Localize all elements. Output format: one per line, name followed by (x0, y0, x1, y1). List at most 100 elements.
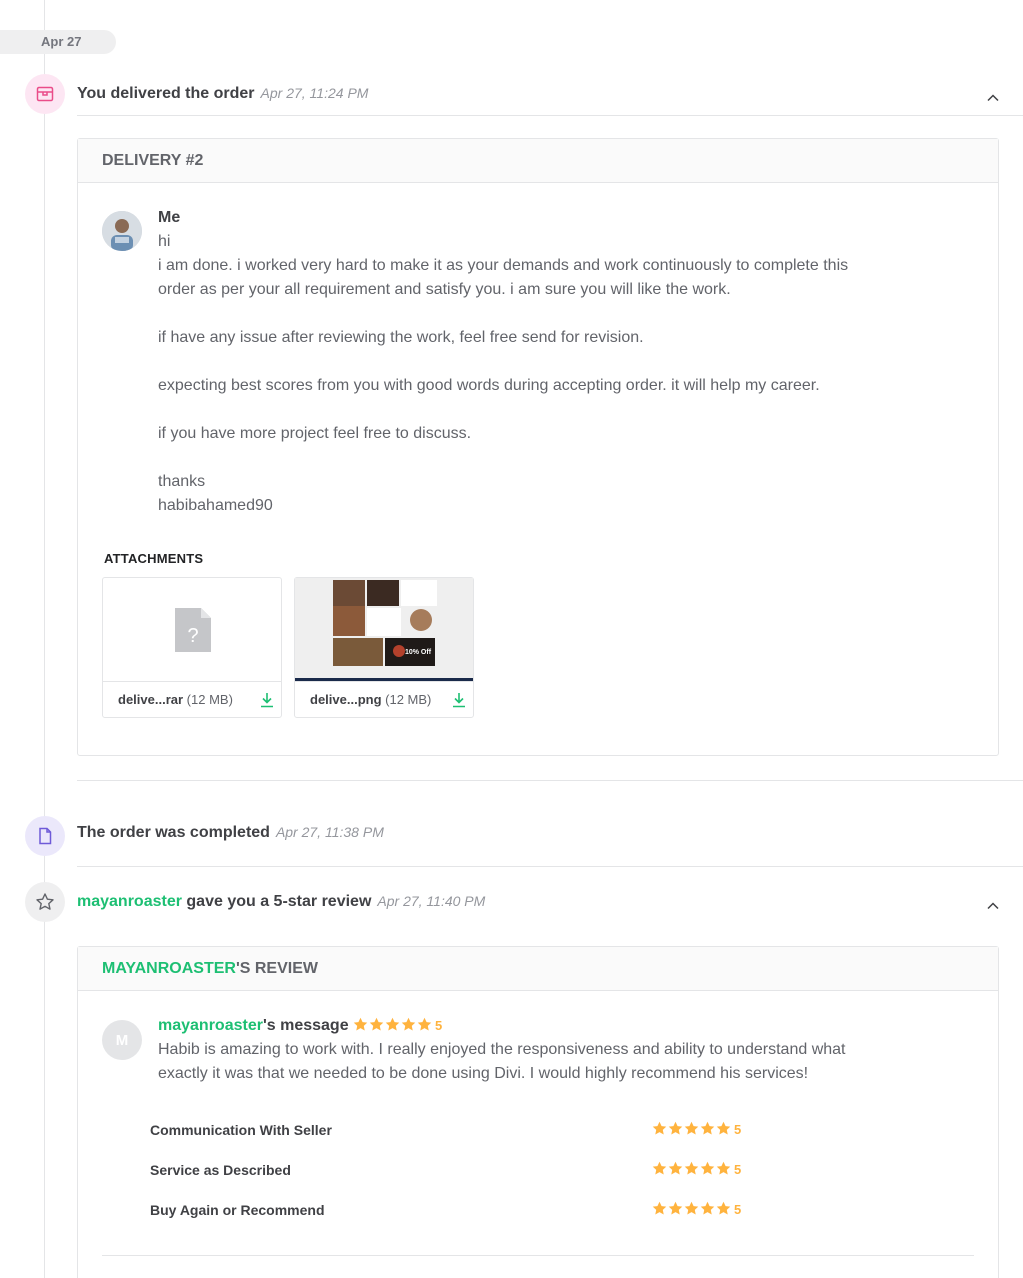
star-icon (700, 1121, 715, 1135)
package-icon (25, 74, 65, 114)
review-card: MAYANROASTER'S REVIEW M mayanroaster's m… (77, 946, 999, 1278)
thumbnail-caption: 10% Off (405, 649, 432, 656)
event-delivered-title: You delivered the order Apr 27, 11:24 PM (77, 85, 368, 103)
collapse-chevron-up-icon[interactable] (985, 898, 1001, 914)
event-delivered-text: You delivered the order (77, 85, 255, 102)
attachment-info: delive...png (12 MB) (310, 692, 431, 707)
rating-stars: 5 (652, 1161, 741, 1177)
star-icon (652, 1121, 667, 1135)
divider (102, 1255, 974, 1256)
delivery-header: DELIVERY #2 (78, 139, 998, 183)
message-line: i am done. i worked very hard to make it… (158, 257, 849, 274)
event-review-title: mayanroaster gave you a 5-star review Apr… (77, 893, 485, 911)
star-group (652, 1201, 732, 1217)
message-line (158, 302, 848, 326)
rating-label: Communication With Seller (150, 1122, 332, 1138)
event-review-timestamp: Apr 27, 11:40 PM (377, 893, 486, 909)
star-icon (369, 1017, 384, 1031)
message-line (158, 446, 848, 470)
star-outline-icon (25, 882, 65, 922)
review-header: MAYANROASTER'S REVIEW (78, 947, 998, 991)
timeline-line (44, 0, 45, 1278)
star-group (652, 1121, 732, 1137)
unknown-file-icon: ? (175, 608, 211, 652)
star-group (652, 1161, 732, 1177)
star-icon (668, 1121, 683, 1135)
delivery-message: Me hi i am done. i worked very hard to m… (158, 206, 848, 518)
avatar (102, 211, 142, 251)
event-review-text: gave you a 5-star review (181, 893, 372, 910)
star-icon (700, 1161, 715, 1175)
attachment-name: delive...rar (118, 692, 184, 707)
rating-stars: 5 (652, 1121, 741, 1137)
star-icon (652, 1201, 667, 1215)
divider (77, 780, 1023, 781)
rating-label: Service as Described (150, 1162, 291, 1178)
divider (77, 115, 1023, 116)
rating-label: Buy Again or Recommend (150, 1202, 325, 1218)
rating-score: 5 (734, 1122, 742, 1137)
message-line: order as per your all requirement and sa… (158, 281, 731, 298)
attachment-rar[interactable]: ? delive...rar (12 MB) (102, 577, 282, 718)
message-line (158, 398, 848, 422)
collapse-chevron-up-icon[interactable] (985, 90, 1001, 106)
message-line: Habib is amazing to work with. I really … (158, 1041, 846, 1058)
star-icon (668, 1201, 683, 1215)
attachment-png[interactable]: 10% Off delive...png (12 MB) (294, 577, 474, 718)
star-icon (716, 1201, 731, 1215)
download-icon[interactable] (260, 692, 274, 708)
review-message: mayanroaster's message 5 Habib is amazin… (158, 1014, 845, 1086)
rating-row: Buy Again or Recommend 5 (150, 1201, 770, 1218)
review-message-heading: mayanroaster's message 5 (158, 1014, 845, 1038)
attachment-size: (12 MB) (186, 692, 233, 707)
star-icon (684, 1121, 699, 1135)
event-completed-timestamp: Apr 27, 11:38 PM (275, 824, 384, 840)
reviewer-link[interactable]: mayanroaster (77, 893, 182, 910)
review-header-suffix: 'S REVIEW (235, 960, 318, 977)
date-separator: Apr 27 (0, 30, 116, 54)
star-icon (385, 1017, 400, 1031)
reviewer-name[interactable]: mayanroaster (158, 1017, 263, 1034)
event-delivered-timestamp: Apr 27, 11:24 PM (260, 85, 369, 101)
attachment-info: delive...rar (12 MB) (118, 692, 233, 707)
review-message-suffix: 's message (262, 1017, 349, 1034)
attachment-image-preview[interactable]: 10% Off (295, 578, 473, 682)
rating-score: 5 (734, 1202, 742, 1217)
rating-row: Communication With Seller 5 (150, 1121, 770, 1138)
svg-text:?: ? (187, 625, 198, 647)
document-icon (25, 816, 65, 856)
star-icon (353, 1017, 368, 1031)
attachment-preview[interactable]: ? (103, 578, 281, 682)
star-icon (684, 1161, 699, 1175)
star-icon (668, 1161, 683, 1175)
avatar: M (102, 1020, 142, 1060)
attachment-size: (12 MB) (385, 692, 432, 707)
overall-score: 5 (435, 1018, 443, 1033)
star-icon (716, 1121, 731, 1135)
event-completed-title: The order was completed Apr 27, 11:38 PM (77, 824, 384, 842)
attachment-name: delive...png (310, 692, 382, 707)
coffee-design-thumbnail: 10% Off (295, 580, 473, 681)
overall-stars (353, 1017, 433, 1034)
attachments-title: ATTACHMENTS (104, 551, 204, 566)
event-completed-text: The order was completed (77, 824, 270, 841)
message-line: expecting best scores from you with good… (158, 377, 820, 394)
star-icon (716, 1161, 731, 1175)
download-icon[interactable] (452, 692, 466, 708)
star-icon (700, 1201, 715, 1215)
rating-stars: 5 (652, 1201, 741, 1217)
delivery-card: DELIVERY #2 Me hi i am done. i worked ve… (77, 138, 999, 756)
review-header-user[interactable]: MAYANROASTER (102, 960, 236, 977)
star-icon (417, 1017, 432, 1031)
divider (77, 866, 1023, 867)
message-line: thanks (158, 473, 206, 490)
message-line: hi (158, 233, 171, 250)
sender-name: Me (158, 209, 181, 226)
message-line: exactly it was that we needed to be done… (158, 1065, 809, 1082)
star-icon (652, 1161, 667, 1175)
star-icon (401, 1017, 416, 1031)
message-line: if have any issue after reviewing the wo… (158, 329, 644, 346)
rating-row: Service as Described 5 (150, 1161, 770, 1178)
star-icon (684, 1201, 699, 1215)
message-line: habibahamed90 (158, 497, 273, 514)
